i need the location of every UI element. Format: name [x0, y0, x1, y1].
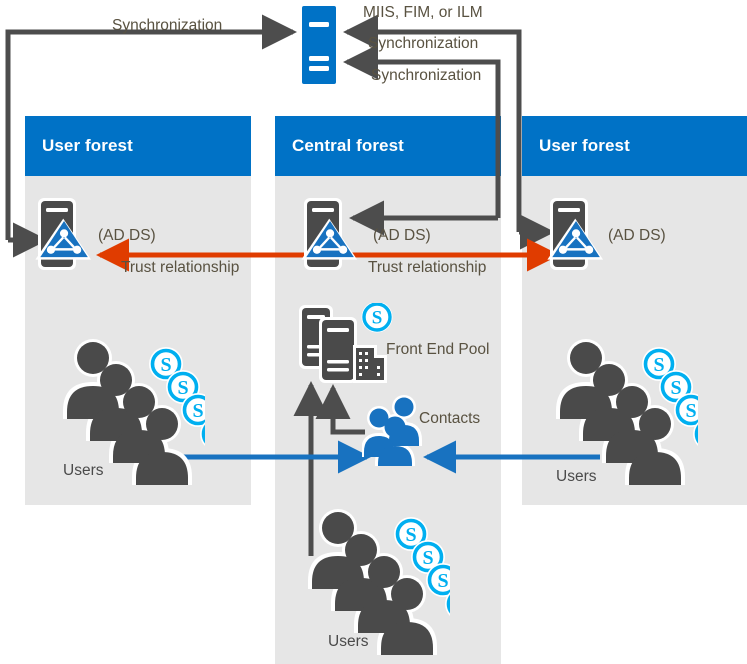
- left-sync-label: Synchronization: [112, 17, 223, 34]
- contacts-icon: [362, 395, 422, 466]
- svg-text:S: S: [192, 400, 203, 422]
- top-sync-label-3: Synchronization: [371, 67, 482, 84]
- right-users-group-icon: S S S S: [556, 339, 698, 485]
- right-ad-ds-server-icon: [547, 198, 604, 270]
- svg-text:S: S: [685, 400, 696, 422]
- left-users-label: Users: [63, 462, 104, 479]
- sync-server-icon: [302, 6, 336, 84]
- svg-text:S: S: [177, 377, 188, 399]
- front-end-pool-label: Front End Pool: [386, 341, 490, 358]
- front-end-pool-icon: S: [299, 303, 393, 383]
- central-ad-ds-server-icon: [301, 198, 358, 270]
- left-trust-relationship-label: Trust relationship: [121, 259, 240, 276]
- central-users-label: Users: [328, 633, 369, 650]
- svg-text:S: S: [160, 354, 171, 376]
- left-ad-ds-label: (AD DS): [98, 227, 156, 244]
- svg-text:S: S: [405, 524, 416, 546]
- svg-text:S: S: [653, 354, 664, 376]
- central-synchronization-arrow: [342, 44, 501, 218]
- central-trust-relationship-label: Trust relationship: [368, 259, 487, 276]
- svg-text:S: S: [670, 377, 681, 399]
- central-ad-ds-label: (AD DS): [373, 227, 431, 244]
- diagram-canvas: User forest Central forest User forest S…: [0, 0, 747, 664]
- contacts-to-front-end-pool-arrow: [315, 383, 365, 435]
- svg-text:S: S: [372, 308, 383, 329]
- miis-fim-ilm-label: MIIS, FIM, or ILM: [363, 4, 483, 21]
- svg-text:S: S: [422, 547, 433, 569]
- contacts-label: Contacts: [419, 410, 481, 427]
- svg-text:S: S: [437, 570, 448, 592]
- left-ad-ds-server-icon: [35, 198, 92, 270]
- right-users-label: Users: [556, 468, 597, 485]
- right-ad-ds-label: (AD DS): [608, 227, 666, 244]
- top-sync-label-2: Synchronization: [368, 35, 479, 52]
- central-users-group-icon: S S S S: [308, 509, 450, 655]
